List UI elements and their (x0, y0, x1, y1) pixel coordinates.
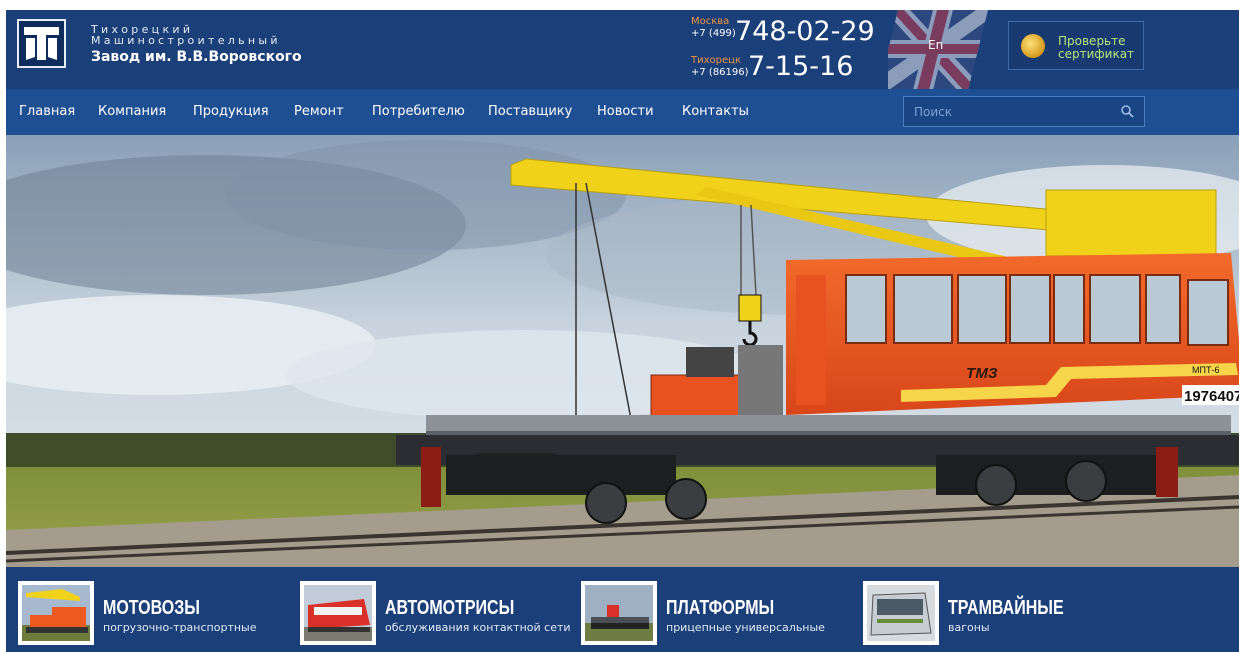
nav-item-consumer[interactable]: Потребителю (372, 104, 465, 120)
phone-number[interactable]: 748-02-29 (735, 17, 875, 47)
category-title: ПЛАТФОРМЫ (666, 597, 775, 619)
phone-city: Тихорецк (691, 55, 741, 66)
vehicle-number: 19764075 (1184, 388, 1239, 405)
nav-item-home[interactable]: Главная (19, 104, 75, 120)
search-icon[interactable] (1121, 105, 1134, 118)
category-subtitle: обслуживания контактной сети (385, 621, 571, 634)
brand-line-3: Завод им. В.В.Воровского (91, 49, 302, 65)
category-subtitle: погрузочно-транспортные (103, 621, 257, 634)
phone-city: Москва (691, 16, 730, 27)
language-switch-en[interactable]: En (928, 38, 943, 52)
category-thumbnail (581, 581, 657, 645)
hero-image: ТМЗ МПТ-6 19764075 (6, 135, 1239, 567)
category-thumbnail (300, 581, 376, 645)
brand-name[interactable]: Тихорецкий Машиностроительный Завод им. … (91, 24, 302, 65)
check-certificate-button[interactable]: Проверьте сертификат (1008, 21, 1144, 70)
category-title: ТРАМВАЙНЫЕ (948, 597, 1064, 619)
certificate-label: Проверьте сертификат (1058, 35, 1134, 61)
brand-line-2: Машиностроительный (91, 34, 281, 47)
category-subtitle: вагоны (948, 621, 990, 634)
nav-item-products[interactable]: Продукция (193, 104, 269, 120)
medal-icon (1021, 34, 1045, 58)
nav-item-supplier[interactable]: Поставщику (488, 104, 572, 120)
category-thumbnail (18, 581, 94, 645)
phone-code: +7 (499) (691, 28, 736, 39)
nav-item-contacts[interactable]: Контакты (682, 104, 749, 120)
hero-banner: ТМЗ МПТ-6 19764075 (6, 135, 1239, 567)
vehicle-model: МПТ-6 (1192, 365, 1219, 375)
category-title: АВТОМОТРИСЫ (385, 597, 515, 619)
logo-mark-icon (24, 27, 59, 60)
motovoz-thumbnail-icon (22, 585, 90, 641)
certificate-line-2: сертификат (1058, 47, 1135, 61)
category-title: МОТОВОЗЫ (103, 597, 200, 619)
search-input[interactable] (904, 97, 1114, 126)
phone-code: +7 (86196) (691, 67, 749, 78)
nav-item-news[interactable]: Новости (597, 104, 654, 120)
tram-thumbnail-icon (867, 585, 935, 641)
search-box (903, 96, 1145, 127)
main-nav: Главная Компания Продукция Ремонт Потреб… (6, 89, 1239, 135)
category-thumbnail (863, 581, 939, 645)
page: Тихорецкий Машиностроительный Завод им. … (0, 0, 1245, 652)
phone-number[interactable]: 7-15-16 (748, 52, 853, 82)
nav-item-repair[interactable]: Ремонт (294, 104, 344, 120)
nav-item-company[interactable]: Компания (98, 104, 166, 120)
site-header: Тихорецкий Машиностроительный Завод им. … (6, 10, 1239, 89)
avtomotrisa-thumbnail-icon (304, 585, 372, 641)
category-subtitle: прицепные универсальные (666, 621, 825, 634)
platforma-thumbnail-icon (585, 585, 653, 641)
category-bar: МОТОВОЗЫ погрузочно-транспортные АВТОМОТ… (6, 567, 1239, 652)
company-logo[interactable] (17, 19, 66, 68)
vehicle-label: ТМЗ (966, 365, 998, 382)
